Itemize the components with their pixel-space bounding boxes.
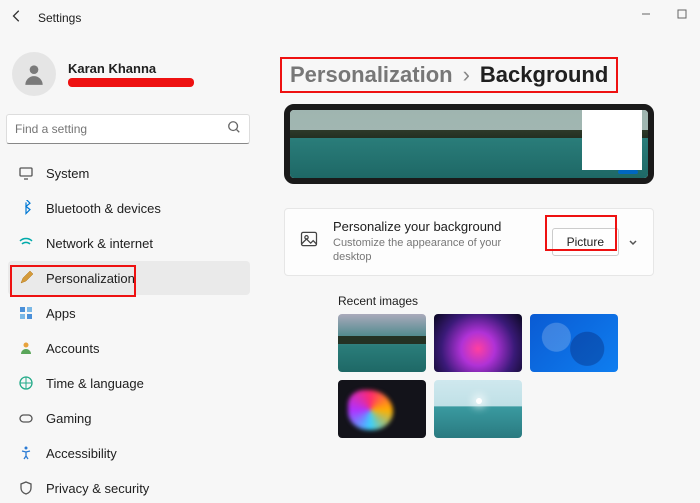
setting-title: Personalize your background (333, 219, 538, 234)
nav-privacy[interactable]: Privacy & security (8, 471, 250, 503)
background-setting-card[interactable]: Personalize your background Customize th… (284, 208, 654, 276)
nav-bluetooth[interactable]: Bluetooth & devices (8, 191, 250, 225)
nav-accounts[interactable]: Accounts (8, 331, 250, 365)
nav-time-language[interactable]: Time & language (8, 366, 250, 400)
apps-icon (18, 305, 34, 321)
search-box[interactable] (6, 114, 250, 144)
nav-system[interactable]: System (8, 156, 250, 190)
nav-label: Apps (46, 306, 76, 321)
recent-image-thumb[interactable] (338, 380, 426, 438)
search-input[interactable] (15, 122, 227, 136)
recent-image-thumb[interactable] (338, 314, 426, 372)
shield-icon (18, 480, 34, 496)
paintbrush-icon (18, 270, 34, 286)
highlight-annotation (280, 57, 618, 93)
gaming-icon (18, 410, 34, 426)
recent-image-thumb[interactable] (434, 380, 522, 438)
nav-accessibility[interactable]: Accessibility (8, 436, 250, 470)
back-button[interactable] (10, 9, 24, 28)
globe-icon (18, 375, 34, 391)
recent-images-heading: Recent images (338, 294, 692, 308)
wifi-icon (18, 235, 34, 251)
accessibility-icon (18, 445, 34, 461)
recent-image-thumb[interactable] (530, 314, 618, 372)
nav-gaming[interactable]: Gaming (8, 401, 250, 435)
desktop-preview (284, 104, 654, 184)
accounts-icon (18, 340, 34, 356)
nav-label: System (46, 166, 89, 181)
minimize-button[interactable] (628, 0, 664, 28)
nav-apps[interactable]: Apps (8, 296, 250, 330)
nav-label: Network & internet (46, 236, 153, 251)
nav-label: Privacy & security (46, 481, 149, 496)
bluetooth-icon (18, 200, 34, 216)
setting-desc: Customize the appearance of your desktop (333, 236, 538, 265)
search-icon (227, 120, 241, 139)
nav-label: Accounts (46, 341, 99, 356)
nav-label: Accessibility (46, 446, 117, 461)
picture-icon (299, 229, 319, 254)
user-email-redacted (68, 78, 194, 87)
nav-label: Bluetooth & devices (46, 201, 161, 216)
nav-label: Time & language (46, 376, 144, 391)
window-title: Settings (38, 11, 81, 25)
user-name: Karan Khanna (68, 61, 194, 76)
avatar (12, 52, 56, 96)
highlight-annotation (545, 215, 617, 251)
nav-label: Personalization (46, 271, 135, 286)
recent-image-thumb[interactable] (434, 314, 522, 372)
maximize-button[interactable] (664, 0, 700, 28)
nav-network[interactable]: Network & internet (8, 226, 250, 260)
user-profile[interactable]: Karan Khanna (6, 44, 256, 110)
nav-personalization[interactable]: Personalization (8, 261, 250, 295)
recent-images-grid (338, 314, 658, 438)
nav-label: Gaming (46, 411, 92, 426)
expand-button[interactable] (619, 227, 647, 257)
system-icon (18, 165, 34, 181)
